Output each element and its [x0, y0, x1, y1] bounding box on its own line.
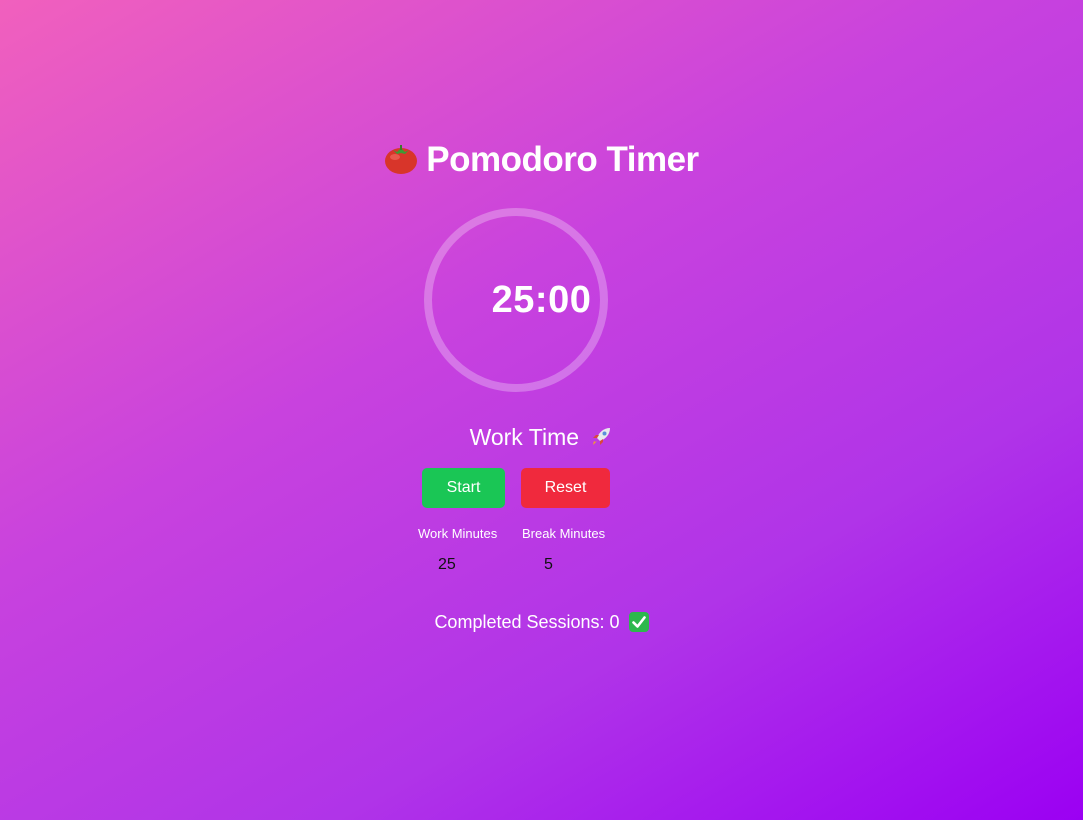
rocket-icon [589, 425, 613, 449]
mode-text: Work Time [469, 424, 580, 450]
title-text: Pomodoro Timer [426, 140, 699, 179]
break-minutes-input[interactable] [544, 554, 614, 576]
work-minutes-input[interactable] [438, 554, 508, 576]
page-title: Pomodoro Timer [0, 138, 1083, 182]
completed-sessions: Completed Sessions: 0 [0, 610, 1083, 634]
mode-label: Work Time [0, 423, 1083, 451]
work-minutes-label: Work Minutes [418, 526, 498, 541]
sessions-text: Completed Sessions: 0 [434, 612, 620, 632]
reset-button[interactable]: Reset [521, 468, 610, 508]
pomodoro-app: Pomodoro Timer 25:00 Work Time Start Res… [0, 0, 1083, 820]
tomato-icon [384, 144, 418, 174]
start-button[interactable]: Start [422, 468, 505, 508]
timer-display: 25:00 [491, 279, 592, 321]
break-minutes-label: Break Minutes [522, 526, 606, 541]
check-mark-icon [628, 612, 649, 632]
